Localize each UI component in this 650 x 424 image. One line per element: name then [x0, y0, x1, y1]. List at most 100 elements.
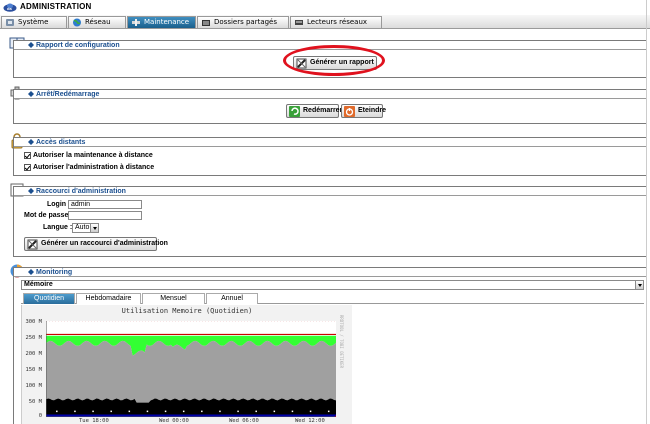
remote-admin-label: Autoriser l'administration à distance — [33, 164, 155, 171]
remote-admin-checkbox[interactable] — [24, 164, 31, 171]
data-marker — [327, 410, 330, 413]
folder-share-icon — [202, 20, 210, 26]
data-marker — [273, 410, 276, 413]
tab-maintenance[interactable]: Maintenance — [127, 16, 196, 28]
wrench-icon — [6, 19, 14, 26]
tab-label: Quotidien — [34, 295, 64, 302]
tab-dossiers-partages[interactable]: Dossiers partagés — [197, 16, 289, 28]
y-tick-label: 200 M — [25, 351, 42, 357]
section-title: Rapport de configuration — [36, 42, 120, 49]
restart-icon — [289, 106, 300, 117]
data-marker — [182, 410, 185, 413]
chart-title: Utilisation Memoire (Quotidien) — [121, 307, 253, 315]
section-acces-distants: Accès distants Autoriser la maintenance … — [13, 137, 647, 176]
section-arret-redemarrage: Arrêt/Redémarrage Redémarrer Eteindre — [13, 89, 647, 124]
section-header: Arrêt/Redémarrage — [14, 90, 646, 99]
restart-button[interactable]: Redémarrer — [286, 104, 343, 118]
section-header: Accès distants — [14, 138, 646, 147]
section-title: Accès distants — [36, 139, 86, 146]
chart-side-label: RRDTOOL / TOBI OETIKER — [339, 315, 344, 368]
x-tick-label: Wed 12:00 — [295, 418, 325, 424]
data-marker — [110, 410, 112, 413]
language-value: Auto — [75, 224, 90, 231]
chevron-down-icon — [635, 281, 643, 289]
chart-plot-area — [46, 321, 336, 417]
data-marker — [201, 410, 203, 413]
remote-maintenance-label: Autoriser la maintenance à distance — [33, 152, 153, 159]
tab-label: Mensuel — [160, 295, 187, 302]
x-tick-label: Wed 00:00 — [159, 418, 189, 424]
tab-label: Annuel — [221, 295, 243, 302]
button-label: Redémarrer — [303, 107, 343, 114]
y-tick-label: 50 M — [28, 399, 42, 405]
expand-arrow-icon[interactable] — [28, 42, 34, 48]
power-icon — [344, 106, 355, 117]
tab-hebdomadaire[interactable]: Hebdomadaire — [76, 293, 141, 304]
tab-label: Système — [18, 18, 49, 26]
data-marker — [128, 410, 131, 413]
y-tick-label: 250 M — [25, 335, 42, 341]
expand-arrow-icon[interactable] — [28, 269, 34, 275]
language-select[interactable]: Auto — [72, 223, 99, 233]
remote-maintenance-checkbox[interactable] — [24, 152, 31, 159]
data-marker — [291, 410, 294, 413]
login-input[interactable]: admin — [68, 200, 142, 209]
page-right-border — [646, 0, 647, 424]
tab-label: Dossiers partagés — [214, 18, 278, 26]
section-title: Arrêt/Redémarrage — [36, 91, 100, 98]
data-marker — [56, 410, 58, 413]
section-title: Raccourci d'administration — [36, 188, 126, 195]
section-title: Monitoring — [36, 269, 73, 276]
x-tick-label: Tue 18:00 — [79, 418, 109, 424]
network-drive-icon — [295, 20, 303, 25]
highlight-annotation-ellipse — [283, 45, 385, 76]
data-marker — [146, 410, 149, 413]
chevron-down-icon — [90, 224, 98, 232]
tab-lecteurs-reseaux[interactable]: Lecteurs réseaux — [290, 16, 382, 28]
y-tick-label: 150 M — [25, 367, 42, 373]
wrench-screwdriver-icon — [27, 239, 38, 250]
tab-label: Lecteurs réseaux — [307, 18, 368, 26]
button-label: Générer un raccourci d'administration — [41, 240, 168, 247]
section-header: Raccourci d'administration — [14, 187, 646, 196]
tab-quotidien[interactable]: Quotidien — [23, 293, 75, 304]
cache-memory-area — [46, 340, 336, 403]
data-marker — [255, 410, 257, 413]
tab-label: Réseau — [85, 18, 111, 26]
tab-systeme[interactable]: Système — [1, 16, 67, 28]
title-bar: da ADMINISTRATION — [0, 0, 650, 14]
monitoring-metric-select[interactable]: Mémoire — [21, 280, 644, 290]
memory-chart: Utilisation Memoire (Quotidien) RRDTOOL … — [21, 305, 352, 424]
data-marker — [237, 410, 239, 413]
svg-text:da: da — [7, 6, 12, 11]
metric-value: Mémoire — [24, 281, 53, 288]
password-input[interactable] — [68, 211, 142, 220]
data-marker — [219, 410, 221, 413]
y-tick-label: 100 M — [25, 383, 42, 389]
tab-label: Maintenance — [144, 18, 190, 26]
expand-arrow-icon[interactable] — [28, 139, 34, 145]
expand-arrow-icon[interactable] — [28, 91, 34, 97]
y-tick-label: 0 — [38, 413, 42, 419]
data-marker — [164, 410, 167, 413]
section-raccourci-administration: Raccourci d'administration Login : admin… — [13, 186, 647, 257]
language-label: Langue : — [43, 224, 73, 231]
y-tick-label: 300 M — [25, 319, 42, 325]
tab-mensuel[interactable]: Mensuel — [142, 293, 205, 304]
monitoring-period-tabs: Quotidien Hebdomadaire Mensuel Annuel — [21, 293, 644, 304]
app-title: ADMINISTRATION — [20, 2, 92, 11]
password-label: Mot de passe : — [24, 212, 73, 219]
shutdown-button[interactable]: Eteindre — [341, 104, 386, 118]
expand-arrow-icon[interactable] — [28, 188, 34, 194]
x-tick-label: Wed 06:00 — [229, 418, 259, 424]
app-logo-icon: da — [3, 3, 17, 12]
tab-reseau[interactable]: Réseau — [68, 16, 126, 28]
section-header: Monitoring — [14, 268, 646, 277]
login-label: Login : — [47, 201, 71, 208]
generate-shortcut-button[interactable]: Générer un raccourci d'administration — [24, 237, 168, 251]
tab-annuel[interactable]: Annuel — [206, 293, 258, 304]
data-marker — [74, 410, 76, 413]
main-tabs: Système Réseau Maintenance Dossiers part… — [0, 15, 650, 29]
tools-icon — [132, 19, 140, 26]
data-marker — [92, 410, 94, 413]
